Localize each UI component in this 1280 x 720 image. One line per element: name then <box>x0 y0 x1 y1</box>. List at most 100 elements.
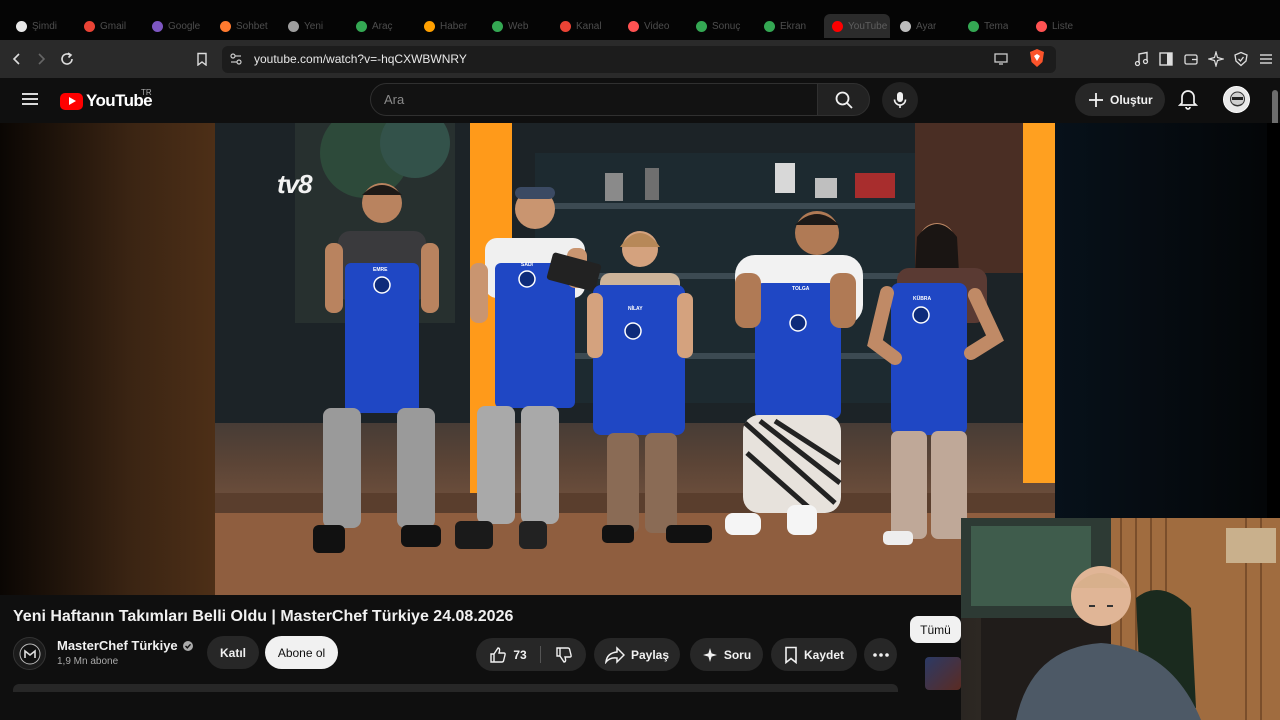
browser-tab[interactable]: Ekran <box>756 14 822 38</box>
voice-search-button[interactable] <box>882 82 918 118</box>
wallet-icon[interactable] <box>1181 49 1201 69</box>
browser-tab[interactable]: Gmail <box>76 14 142 38</box>
more-actions-button[interactable] <box>864 638 897 671</box>
browser-tab-label: Gmail <box>100 20 127 32</box>
video-title: Yeni Haftanın Takımları Belli Oldu | Mas… <box>13 608 514 625</box>
channel-avatar[interactable] <box>13 637 46 670</box>
create-label: Oluştur <box>1110 92 1153 107</box>
browser-tab[interactable]: Şimdi <box>8 14 74 38</box>
apron-name-kubra: KÜBRA <box>913 296 932 302</box>
thumbs-down-icon <box>556 646 572 663</box>
contestant-emre <box>313 183 441 553</box>
contestants <box>313 183 1004 553</box>
ask-button[interactable]: Soru <box>690 638 763 671</box>
recommended-video-thumbnail[interactable] <box>925 657 961 690</box>
hamburger-menu-icon[interactable] <box>20 89 40 109</box>
region-code: TR <box>141 88 152 97</box>
browser-tab-label: Ayar <box>916 20 937 32</box>
browser-tab-label: Yeni <box>304 20 324 32</box>
bookmark-icon[interactable] <box>192 49 212 69</box>
sidebar-toggle-icon[interactable] <box>1156 49 1176 69</box>
account-avatar[interactable] <box>1223 86 1250 113</box>
search-button[interactable] <box>817 83 870 116</box>
like-button[interactable]: 73 <box>476 638 540 671</box>
subscribe-button[interactable]: Abone ol <box>265 636 338 669</box>
browser-tab[interactable]: Tema <box>960 14 1026 38</box>
apron-name-emre: EMRE <box>373 267 388 273</box>
browser-tab[interactable]: Google <box>144 14 210 38</box>
tab-favicon-icon <box>16 20 27 32</box>
notifications-bell-icon[interactable] <box>1177 88 1199 110</box>
video-frame[interactable]: tv8 EMRE SADİ NİLAY TOLGA KÜBRA <box>215 123 1055 595</box>
browser-tab[interactable]: Video <box>620 14 686 38</box>
dislike-button[interactable] <box>542 638 586 671</box>
url-text[interactable]: youtube.com/watch?v=-hqCXWBWNRY <box>254 52 467 66</box>
vpn-shield-icon[interactable] <box>1231 49 1251 69</box>
browser-tab[interactable]: Liste <box>1028 14 1094 38</box>
browser-tab[interactable]: Kanal <box>552 14 618 38</box>
reload-icon[interactable] <box>57 49 77 69</box>
browser-tab-label: YouTube <box>848 20 888 32</box>
browser-tab[interactable]: Araç <box>348 14 414 38</box>
browser-tab[interactable]: Haber <box>416 14 482 38</box>
tab-favicon-icon <box>288 20 299 32</box>
tab-favicon-icon <box>696 20 707 32</box>
contestant-sadi <box>455 187 602 549</box>
browser-tab[interactable]: Web <box>484 14 550 38</box>
join-button[interactable]: Katıl <box>207 636 259 669</box>
browser-menu-icon[interactable] <box>1256 49 1276 69</box>
tab-favicon-icon <box>152 20 163 32</box>
like-count: 73 <box>513 647 527 662</box>
browser-tab-label: Sohbet <box>236 20 268 32</box>
tab-favicon-icon <box>900 20 911 32</box>
back-icon[interactable] <box>7 49 27 69</box>
share-icon <box>604 645 625 664</box>
apron-name-sadi: SADİ <box>521 262 533 268</box>
share-button[interactable]: Paylaş <box>594 638 680 671</box>
channel-name[interactable]: MasterChef Türkiye <box>57 638 194 653</box>
contestant-nilay <box>587 231 712 543</box>
browser-tab-label: Liste <box>1052 20 1074 32</box>
browser-tab-label: Şimdi <box>32 20 58 32</box>
browser-tab-label: Google <box>168 20 201 32</box>
tab-favicon-icon <box>832 20 843 32</box>
brave-shield-icon[interactable] <box>1027 48 1047 68</box>
contestant-tolga <box>725 211 863 535</box>
microphone-icon <box>893 92 907 108</box>
browser-tab[interactable]: Sonuç <box>688 14 754 38</box>
channel-name-text[interactable]: MasterChef Türkiye <box>57 638 178 653</box>
streamer-webcam-overlay <box>961 518 1280 720</box>
browser-tab[interactable]: Ayar <box>892 14 958 38</box>
apron-name-nilay: NİLAY <box>628 306 643 312</box>
browser-tab-label: Kanal <box>576 20 602 32</box>
filter-chip-all[interactable]: Tümü <box>910 616 961 643</box>
subscriber-count: 1,9 Mn abone <box>57 656 119 667</box>
browser-tab-label: Web <box>508 20 529 32</box>
ask-label: Soru <box>723 647 752 662</box>
browser-tab[interactable]: Yeni <box>280 14 346 38</box>
plus-icon <box>1089 92 1103 107</box>
music-icon[interactable] <box>1131 49 1151 69</box>
browser-tab-label: Tema <box>984 20 1009 32</box>
join-label: Katıl <box>219 645 246 660</box>
browser-tab[interactable]: YouTube <box>824 14 890 38</box>
youtube-logo[interactable]: YouTube <box>60 91 153 111</box>
sparkle-icon <box>702 647 717 662</box>
more-horizontal-icon <box>872 652 889 657</box>
thumbs-up-icon <box>490 646 507 663</box>
like-dislike-group: 73 <box>476 638 586 671</box>
save-label: Kaydet <box>803 647 844 662</box>
save-button[interactable]: Kaydet <box>771 638 857 671</box>
browser-tab[interactable]: Sohbet <box>212 14 278 38</box>
ai-sparkle-icon[interactable] <box>1206 49 1226 69</box>
cast-icon[interactable] <box>991 49 1011 69</box>
tab-favicon-icon <box>84 20 95 32</box>
create-button[interactable]: Oluştur <box>1075 83 1165 116</box>
subscribe-label: Abone ol <box>277 645 326 660</box>
description-box-edge[interactable] <box>13 684 898 692</box>
forward-icon[interactable] <box>31 49 51 69</box>
apron-name-tolga: TOLGA <box>792 286 810 292</box>
browser-tab-label: Haber <box>440 20 468 32</box>
search-input[interactable] <box>370 83 818 116</box>
site-info-icon[interactable] <box>226 49 246 69</box>
